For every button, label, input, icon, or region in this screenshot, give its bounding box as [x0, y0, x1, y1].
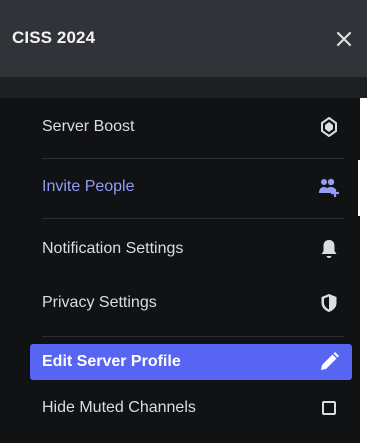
close-button[interactable] [332, 27, 356, 51]
menu-item-label: Server Boost [42, 118, 135, 135]
menu-item-server-boost[interactable]: Server Boost [30, 100, 352, 154]
menu-divider [42, 158, 344, 159]
pencil-icon [318, 351, 340, 373]
menu-item-label: Invite People [42, 178, 135, 195]
close-icon [336, 31, 352, 47]
hide-muted-checkbox[interactable] [322, 401, 336, 415]
server-name: CISS 2024 [12, 28, 96, 47]
menu-item-edit-server-profile[interactable]: Edit Server Profile [30, 344, 352, 380]
menu-item-label: Notification Settings [42, 240, 184, 257]
add-person-icon [318, 176, 340, 198]
bell-icon [318, 238, 340, 260]
menu-divider [42, 218, 344, 219]
menu-item-hide-muted-channels[interactable]: Hide Muted Channels [30, 388, 352, 428]
checkbox-icon[interactable] [318, 397, 340, 419]
background-gap [358, 160, 367, 216]
server-boost-icon [318, 116, 340, 138]
menu-item-label: Hide Muted Channels [42, 399, 196, 416]
menu-item-label: Privacy Settings [42, 294, 157, 311]
header-separator [0, 78, 367, 98]
shield-icon [318, 292, 340, 314]
server-header: CISS 2024 [0, 0, 367, 78]
menu-item-privacy-settings[interactable]: Privacy Settings [30, 276, 352, 330]
menu-divider [42, 336, 344, 337]
menu-item-invite-people[interactable]: Invite People [30, 160, 352, 214]
menu-item-label: Edit Server Profile [42, 353, 181, 370]
menu-item-notification-settings[interactable]: Notification Settings [30, 222, 352, 276]
